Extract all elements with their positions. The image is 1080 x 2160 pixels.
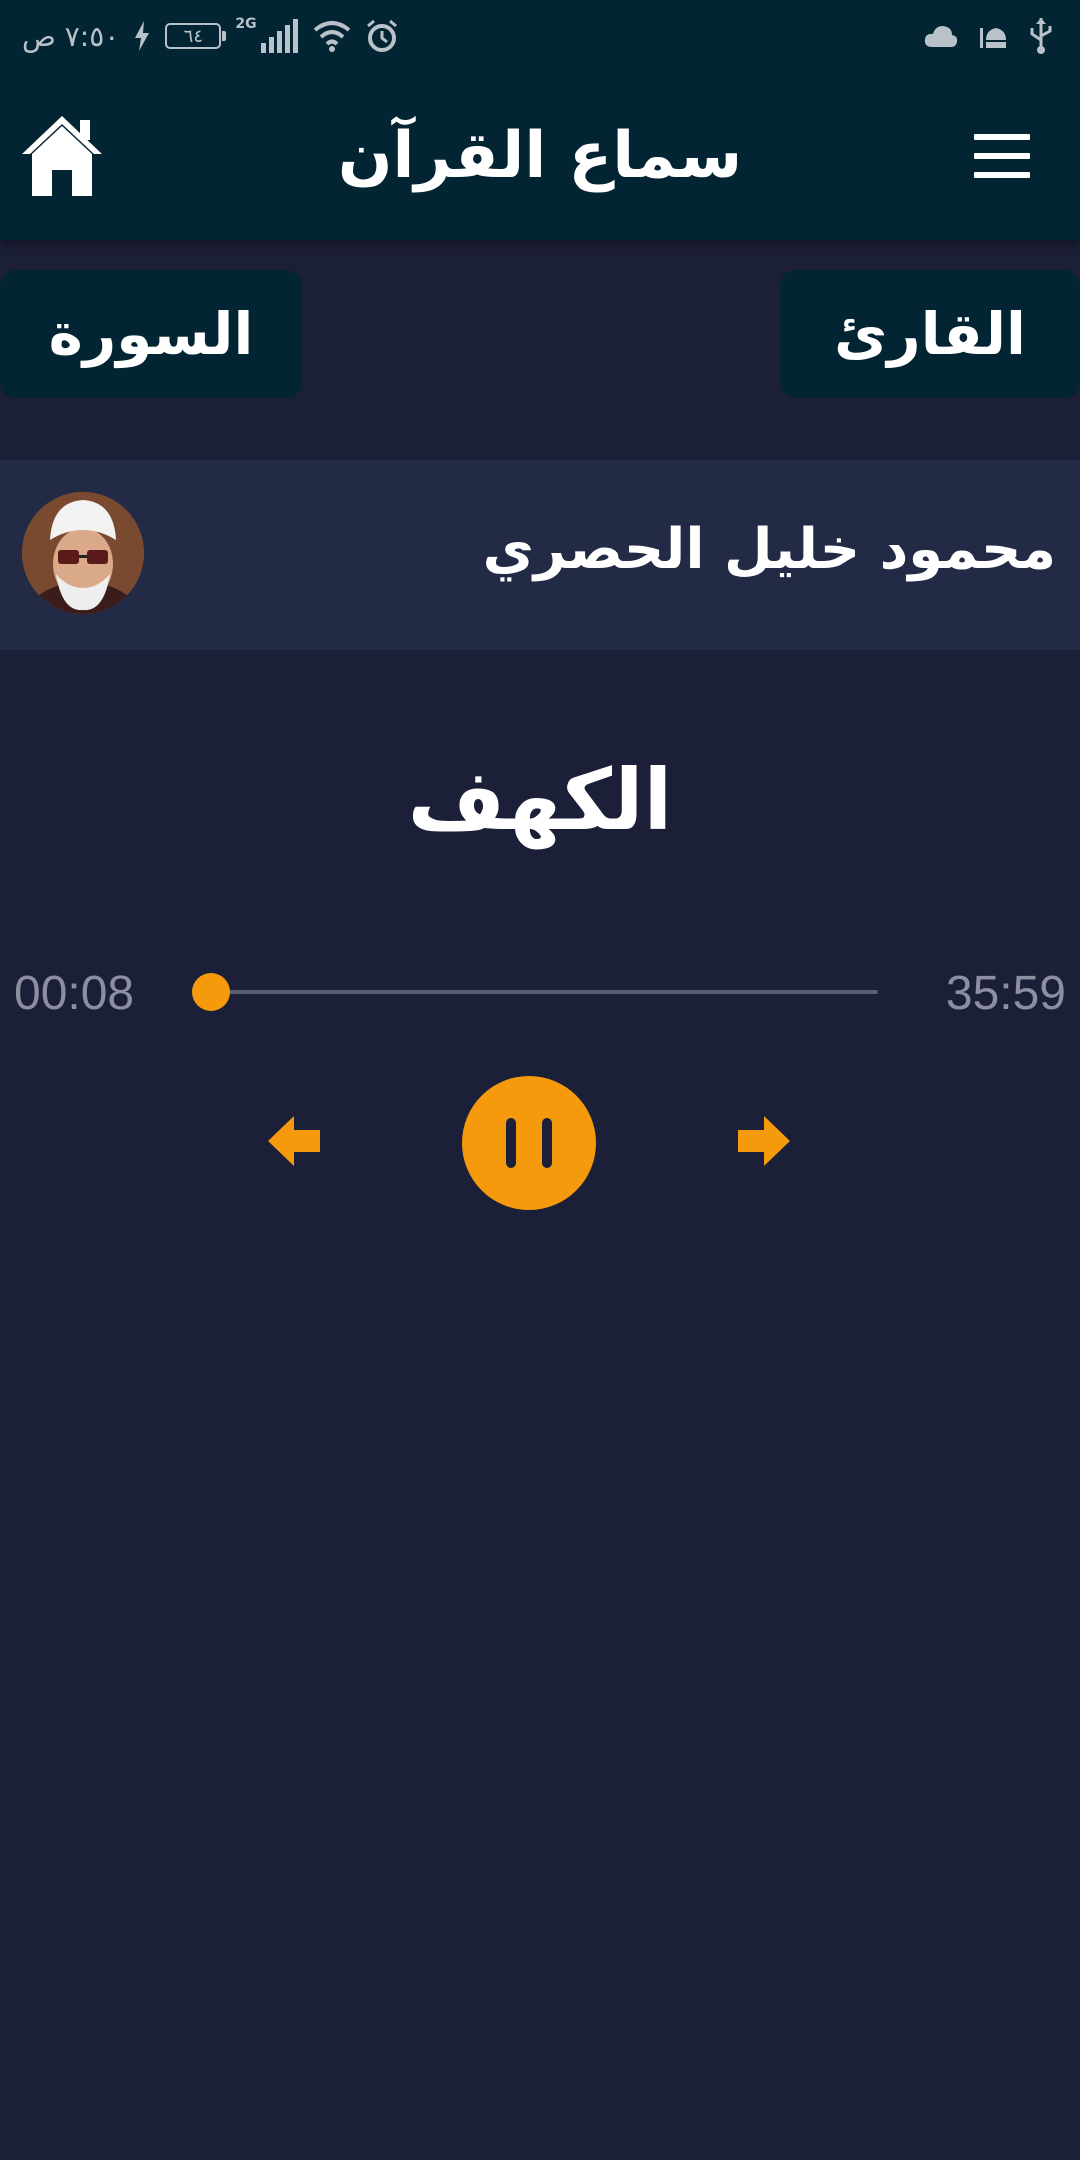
menu-icon[interactable] — [974, 134, 1030, 178]
reciter-avatar — [22, 492, 144, 614]
surah-select-label: السورة — [48, 300, 254, 368]
network-type: 2G — [235, 16, 257, 32]
wifi-icon — [313, 21, 350, 52]
status-left-group: ٧:٥٠ ص ٦٤ 2G — [22, 14, 399, 58]
status-right-group — [924, 16, 1054, 56]
surah-title: الكهف — [407, 751, 673, 849]
battery-icon: ٦٤ — [165, 23, 227, 49]
charging-icon — [135, 21, 150, 51]
app-title: سماع القرآن — [337, 119, 743, 193]
pause-icon — [506, 1118, 516, 1168]
usb-icon — [1030, 18, 1052, 54]
total-time: 35:59 — [945, 967, 1066, 1020]
next-arrow-icon[interactable] — [732, 1110, 794, 1172]
status-time: ٧:٥٠ ص — [22, 19, 120, 53]
seek-bar-thumb[interactable] — [191, 973, 230, 1011]
app-header: سماع القرآن — [0, 72, 1080, 240]
elapsed-time: 00:08 — [14, 967, 135, 1020]
mosque-icon — [980, 28, 1006, 48]
cloud-icon — [924, 26, 958, 47]
previous-arrow-icon[interactable] — [264, 1110, 326, 1172]
status-bar: ٧:٥٠ ص ٦٤ 2G — [0, 0, 1080, 72]
battery-level: ٦٤ — [183, 25, 203, 47]
seek-bar[interactable] — [191, 973, 878, 1011]
pause-icon-bar — [542, 1118, 552, 1168]
surah-select-button[interactable]: السورة — [0, 270, 302, 398]
signal-icon — [260, 19, 298, 53]
alarm-icon — [366, 19, 397, 52]
reciter-select-button[interactable]: القارئ — [780, 270, 1080, 398]
home-icon[interactable] — [18, 112, 106, 198]
reciter-name: محمود خليل الحصري — [482, 517, 1056, 582]
current-reciter-row[interactable]: محمود خليل الحصري — [0, 460, 1080, 650]
pause-button[interactable] — [462, 1076, 596, 1210]
reciter-select-label: القارئ — [834, 300, 1026, 368]
